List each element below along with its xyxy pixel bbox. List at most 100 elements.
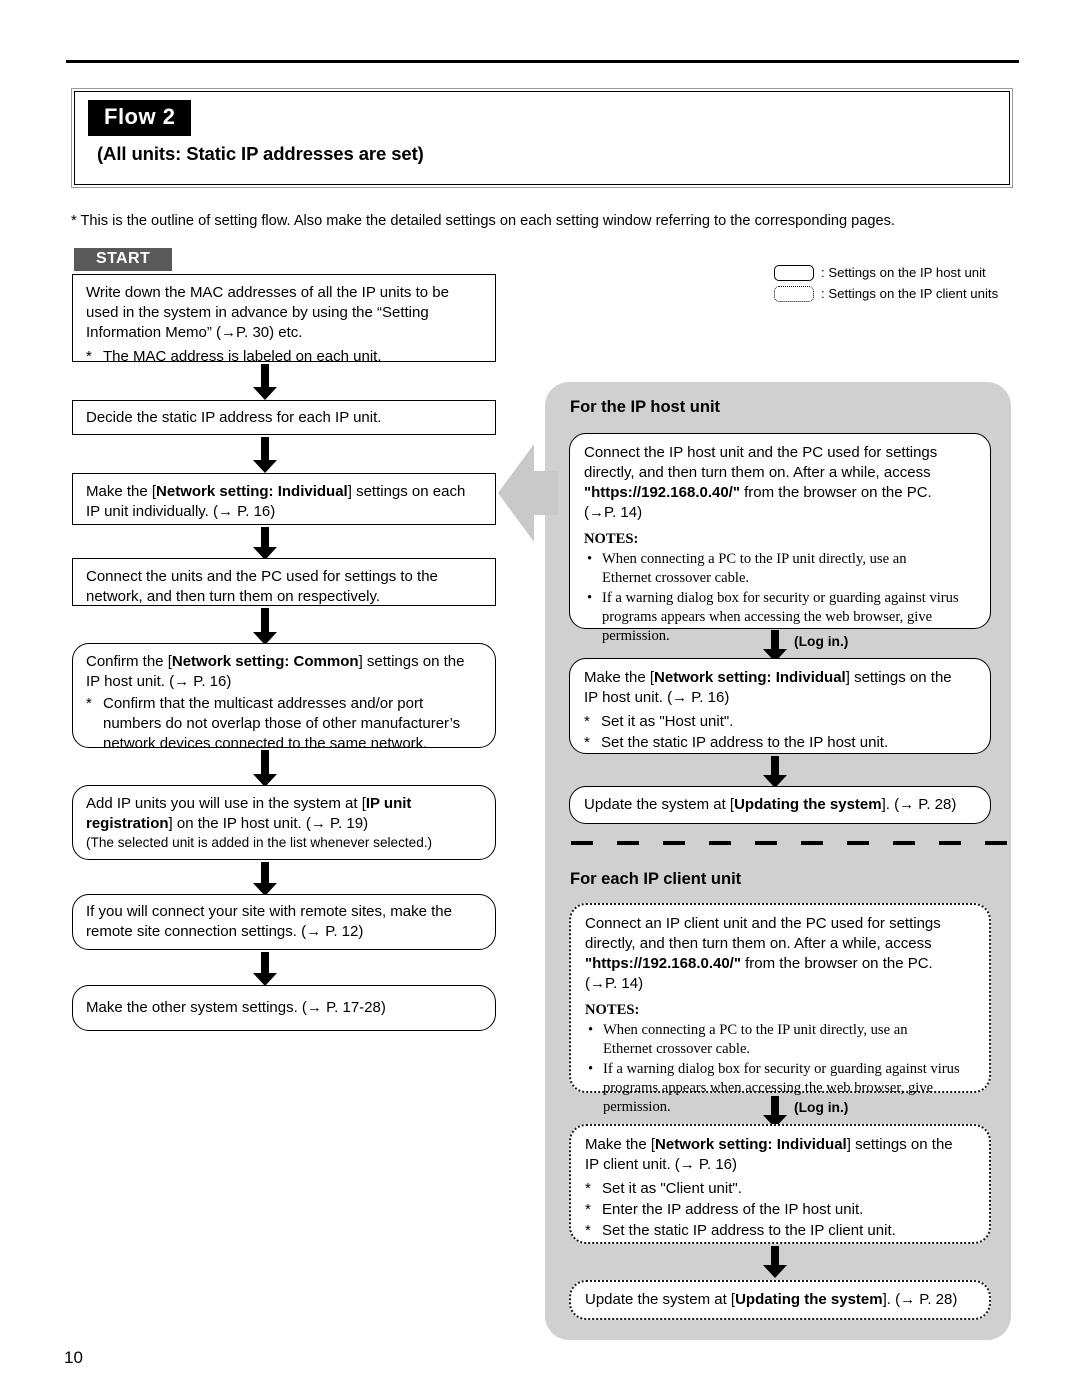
host-set-post: ] settings on the — [845, 669, 952, 686]
host-update-post: ]. (→ P. 28) — [881, 796, 957, 814]
client-set-line1: Make the [Network setting: Individual] s… — [585, 1135, 976, 1155]
client-update-bold: Updating the system — [735, 1291, 883, 1309]
box6-line2: registration] on the IP host unit. (→ P.… — [86, 814, 483, 834]
box1-note-star: * — [86, 347, 92, 365]
client-set-star3: * — [585, 1221, 591, 1239]
divider-dash — [663, 841, 685, 845]
legend-client-label: : Settings on the IP client units — [821, 286, 999, 301]
divider-dash — [801, 841, 823, 845]
flow-box-confirm-common: Confirm the [Network setting: Common] se… — [72, 643, 496, 752]
bullet-icon: • — [588, 1021, 594, 1038]
host-update-pre: Update the system at [ — [584, 796, 735, 814]
client-set-line2: IP client unit. (→ P. 16) — [585, 1155, 738, 1173]
divider-dash — [893, 841, 915, 845]
arrow-down-6 — [253, 862, 277, 896]
client-set-post: ] settings on the — [846, 1136, 953, 1153]
client-update-pre: Update the system at [ — [585, 1291, 736, 1309]
legend: : Settings on the IP host unit : Setting… — [774, 262, 998, 304]
box3-line1: Make the [Network setting: Individual] s… — [86, 482, 483, 502]
client-set-note1: Set it as "Client unit". — [602, 1179, 742, 1197]
bullet-icon: • — [587, 589, 593, 606]
box5-note-l1: Confirm that the multicast addresses and… — [103, 694, 424, 712]
flow-box-individual-settings: Make the [Network setting: Individual] s… — [72, 473, 496, 525]
host-login-label: (Log in.) — [794, 634, 849, 649]
client-connect-url: "https://192.168.0.40/" — [585, 954, 741, 972]
box6-pre: Add IP units you will use in the system … — [86, 795, 366, 812]
divider-dash — [709, 841, 731, 845]
host-connect-line4: (→P. 14) — [584, 503, 643, 521]
box8-text: Make the other system settings. (→ P. 17… — [86, 999, 386, 1017]
flow-box-remote-sites: If you will connect your site with remot… — [72, 894, 496, 950]
host-note-item-1: • When connecting a PC to the IP unit di… — [584, 550, 977, 588]
host-connect-line3: "https://192.168.0.40/" from the browser… — [584, 483, 977, 503]
host-set-pre: Make the [ — [584, 669, 655, 686]
arrow-down-7 — [253, 952, 277, 986]
host-connect-box: Connect the IP host unit and the PC used… — [569, 433, 991, 644]
box6-bold1: IP unit — [365, 795, 412, 812]
arrow-down-1 — [253, 364, 277, 400]
host-set-note1: Set it as "Host unit". — [601, 712, 734, 730]
host-connect-line1: Connect the IP host unit and the PC used… — [584, 444, 938, 461]
box3-line2: IP unit individually. (→ P. 16) — [86, 502, 276, 520]
box5-post: ] settings on the — [358, 653, 465, 670]
box7-line2: remote site connection settings. (→ P. 1… — [86, 923, 364, 940]
box1-line3: Information Memo” (→P. 30) etc. — [86, 323, 303, 341]
box3-bold: Network setting: Individual — [156, 483, 348, 500]
client-connect-line2: directly, and then turn them on. After a… — [585, 934, 932, 952]
client-set-pre: Make the [ — [585, 1136, 656, 1153]
box6-bold2: registration — [86, 814, 169, 832]
client-set-note-1: * Set it as "Client unit". — [585, 1179, 976, 1199]
client-login-label: (Log in.) — [794, 1100, 849, 1115]
box3-post: ] settings on each — [347, 483, 466, 500]
box1-note-text: The MAC address is labeled on each unit. — [103, 347, 382, 365]
box6-line1: Add IP units you will use in the system … — [86, 794, 483, 814]
box5-line1: Confirm the [Network setting: Common] se… — [86, 652, 483, 672]
client-set-star2: * — [585, 1200, 591, 1218]
legend-host-label: : Settings on the IP host unit — [821, 265, 986, 280]
dotted-box-icon — [774, 285, 814, 302]
box5-line2: IP host unit. (→ P. 16) — [86, 672, 232, 690]
flow-box-write-mac: Write down the MAC addresses of all the … — [72, 274, 496, 365]
outline-note: * This is the outline of setting flow. A… — [71, 213, 895, 229]
box1-line2: used in the system in advance by using t… — [86, 303, 429, 321]
flow-box-decide-ip: Decide the static IP address for each IP… — [72, 400, 496, 435]
client-set-star1: * — [585, 1179, 591, 1197]
host-note1-l1: When connecting a PC to the IP unit dire… — [602, 550, 907, 567]
flow-header-panel — [71, 88, 1013, 188]
legend-row-client: : Settings on the IP client units — [774, 283, 998, 304]
client-connect-line1: Connect an IP client unit and the PC use… — [585, 915, 941, 932]
arrow-down-4 — [253, 608, 277, 645]
client-set-bold: Network setting: Individual — [655, 1136, 847, 1153]
host-connect-line3-post: from the browser on the PC. — [739, 483, 932, 501]
host-set-note-2: * Set the static IP address to the IP ho… — [584, 733, 977, 753]
host-note1-l2: Ethernet crossover cable. — [602, 569, 750, 586]
divider-dash — [571, 841, 593, 845]
box5-note: * Confirm that the multicast addresses a… — [86, 694, 483, 754]
client-note1-l1: When connecting a PC to the IP unit dire… — [603, 1021, 908, 1038]
box5-note-text: Confirm that the multicast addresses and… — [103, 694, 460, 754]
divider-dash — [939, 841, 961, 845]
client-connect-line3: "https://192.168.0.40/" from the browser… — [585, 954, 976, 974]
host-set-star2: * — [584, 733, 590, 751]
top-horizontal-rule — [66, 60, 1019, 63]
start-tab: START — [74, 248, 173, 271]
box5-pre: Confirm the [ — [86, 653, 172, 670]
box6-sub: (The selected unit is added in the list … — [86, 834, 433, 850]
box2-text: Decide the static IP address for each IP… — [86, 408, 382, 426]
client-set-note2: Enter the IP address of the IP host unit… — [602, 1200, 864, 1218]
client-set-note-2: * Enter the IP address of the IP host un… — [585, 1200, 976, 1220]
host-set-note-1: * Set it as "Host unit". — [584, 712, 977, 732]
page-number: 10 — [64, 1348, 83, 1367]
bullet-icon: • — [587, 550, 593, 567]
box6-post: ] on the IP host unit. (→ P. 19) — [168, 814, 369, 832]
arrow-down-2 — [253, 437, 277, 473]
flow-box-add-ip-units: Add IP units you will use in the system … — [72, 785, 496, 860]
flow-badge: Flow 2 — [88, 100, 192, 136]
legend-row-host: : Settings on the IP host unit — [774, 262, 998, 283]
client-note2-l1: If a warning dialog box for security or … — [603, 1060, 960, 1077]
client-note-item-1: • When connecting a PC to the IP unit di… — [585, 1021, 976, 1059]
divider-dash — [617, 841, 639, 845]
box1-note: * The MAC address is labeled on each uni… — [86, 347, 483, 367]
client-notes-title: NOTES: — [585, 1001, 640, 1018]
client-set-note3: Set the static IP address to the IP clie… — [602, 1221, 896, 1239]
